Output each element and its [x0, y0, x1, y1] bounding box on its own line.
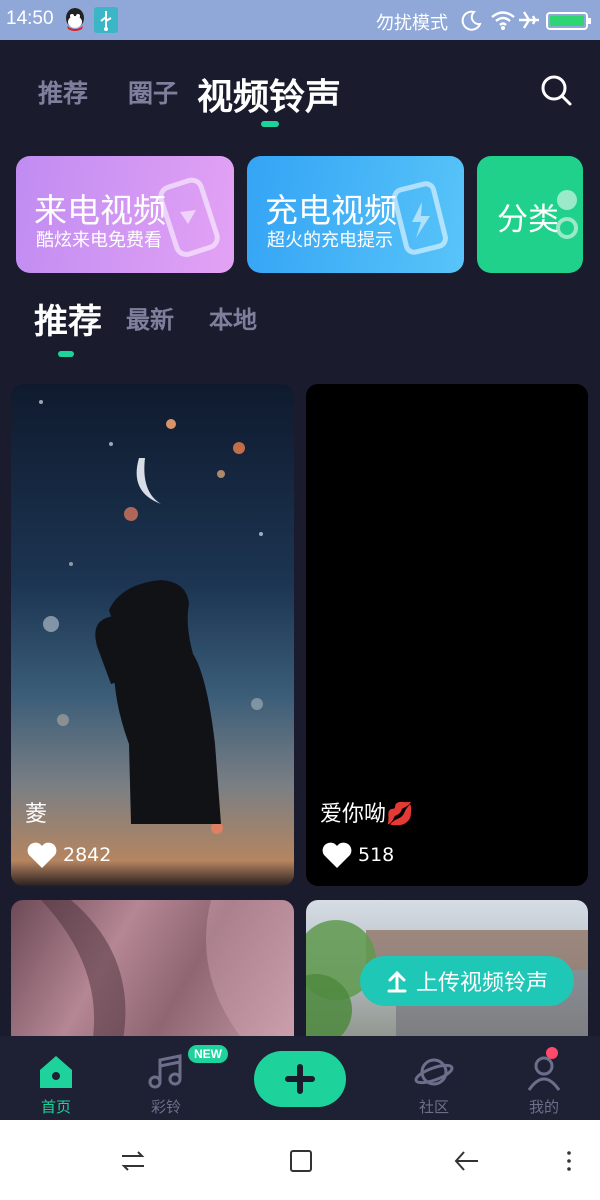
tab-indicator	[261, 121, 279, 127]
airplane-icon	[519, 11, 539, 29]
battery-charge-icon	[392, 181, 448, 255]
plus-icon	[285, 1064, 315, 1094]
nav-label: 我的	[528, 1098, 559, 1116]
card-subtitle: 超火的充电提示	[267, 230, 393, 251]
nav-home[interactable]: 首页	[16, 1036, 96, 1120]
heart-icon	[322, 842, 352, 868]
nav-label: 首页	[40, 1098, 71, 1116]
video-caption: 菱	[25, 802, 48, 827]
create-button[interactable]	[254, 1051, 346, 1107]
back-icon[interactable]	[452, 1146, 482, 1176]
like-count: 2842	[63, 844, 112, 866]
upload-label: 上传视频铃声	[415, 971, 548, 996]
subtab-recommend[interactable]: 推荐	[34, 294, 102, 343]
nav-profile[interactable]: 我的	[504, 1036, 584, 1120]
status-time: 14:50	[6, 8, 54, 29]
system-navigation-bar	[0, 1120, 600, 1200]
upload-icon	[387, 970, 407, 993]
tab-recommend[interactable]: 推荐	[38, 74, 88, 110]
video-tile[interactable]	[11, 900, 294, 1050]
nav-label: 社区	[418, 1098, 449, 1116]
battery-icon	[546, 12, 591, 30]
video-thumbnail	[41, 900, 294, 1050]
incoming-call-video-card[interactable]: 来电视频 酷炫来电免费看	[16, 156, 234, 273]
upload-video-ringtone-button[interactable]: 上传视频铃声	[360, 956, 574, 1006]
tab-video-ringtone[interactable]: 视频铃声	[197, 68, 341, 120]
video-caption: 爱你呦💋	[320, 802, 414, 827]
subtab-local[interactable]: 本地	[209, 300, 257, 335]
usb-icon	[94, 7, 118, 33]
moon-icon	[461, 10, 482, 31]
video-tile[interactable]: 爱你呦💋 518	[306, 384, 588, 886]
like-counter[interactable]: 2842	[25, 840, 111, 870]
qq-notification-icon	[66, 8, 84, 31]
like-count: 518	[358, 844, 395, 866]
nav-label: 彩铃	[150, 1098, 181, 1116]
like-counter[interactable]: 518	[320, 840, 394, 870]
notification-dot	[546, 1047, 558, 1059]
tab-circle[interactable]: 圈子	[128, 74, 178, 110]
card-title: 来电视频	[34, 191, 166, 230]
nav-community[interactable]: 社区	[394, 1036, 474, 1120]
category-card[interactable]: 分类	[477, 156, 583, 273]
wifi-icon	[491, 11, 515, 30]
user-icon	[527, 1056, 561, 1091]
subtab-latest[interactable]: 最新	[126, 300, 174, 335]
card-title: 分类	[497, 202, 559, 238]
status-bar: 14:50 勿扰模式	[0, 0, 600, 40]
music-note-icon	[148, 1054, 182, 1089]
video-thumbnail	[39, 400, 263, 834]
subtab-indicator	[58, 351, 74, 357]
switch-apps-icon[interactable]	[118, 1146, 148, 1176]
planet-icon	[414, 1058, 454, 1086]
menu-icon[interactable]	[554, 1146, 584, 1176]
card-subtitle: 酷炫来电免费看	[36, 230, 162, 251]
heart-icon	[27, 842, 57, 868]
charging-video-card[interactable]: 充电视频 超火的充电提示	[247, 156, 464, 273]
video-tile[interactable]: 菱 2842	[11, 384, 294, 886]
home-button-icon[interactable]	[286, 1146, 316, 1176]
dnd-label: 勿扰模式	[376, 13, 448, 34]
home-icon	[40, 1056, 72, 1088]
search-icon[interactable]	[538, 72, 574, 108]
card-title: 充电视频	[265, 191, 397, 230]
phone-icon	[158, 177, 220, 257]
new-badge: NEW	[188, 1045, 228, 1063]
